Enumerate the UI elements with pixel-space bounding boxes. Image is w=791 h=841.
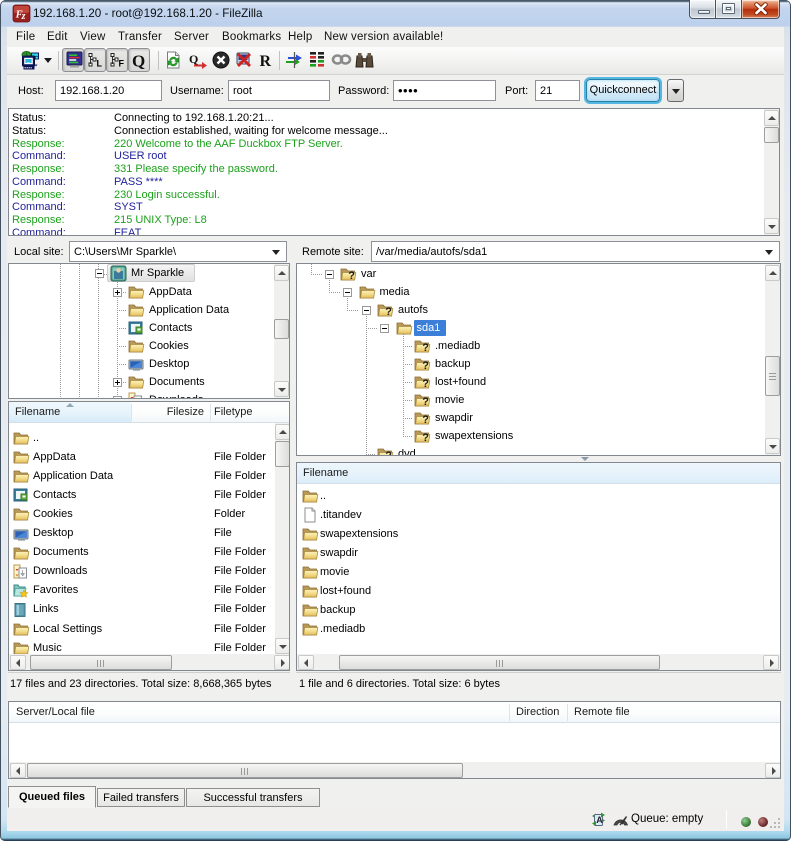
svg-text:?: ? [348, 270, 355, 282]
svg-text:L: L [97, 59, 103, 69]
svg-text:z: z [21, 11, 26, 22]
svg-text:?: ? [422, 360, 429, 372]
svg-text:?: ? [422, 414, 429, 426]
svg-text:R: R [260, 53, 272, 70]
svg-text:?: ? [385, 450, 392, 456]
svg-text:Q: Q [189, 52, 198, 66]
svg-text:?: ? [422, 378, 429, 390]
svg-text:Q: Q [132, 52, 145, 71]
svg-text:F: F [119, 59, 125, 69]
svg-text:?: ? [422, 432, 429, 444]
svg-text:?: ? [422, 396, 429, 408]
svg-text:?: ? [385, 306, 392, 318]
svg-text:?: ? [422, 342, 429, 354]
